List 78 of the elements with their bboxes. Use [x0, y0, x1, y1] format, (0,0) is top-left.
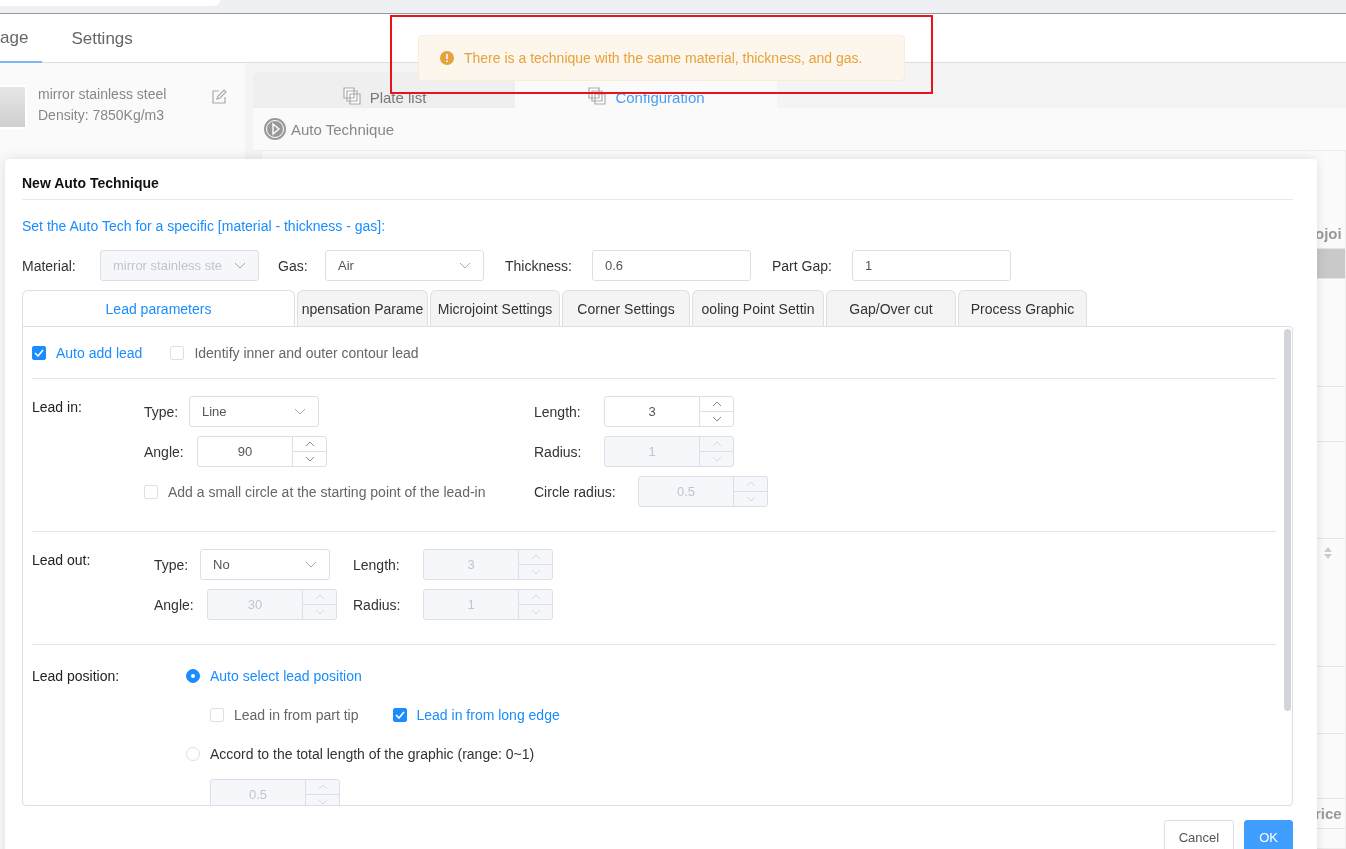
option-tab[interactable]: ooling Point Settin [692, 290, 824, 327]
decrease-icon [711, 456, 722, 462]
option-tab[interactable]: Process Graphic [958, 290, 1087, 327]
checkbox[interactable] [32, 345, 46, 360]
field-label: Radius: [534, 443, 583, 460]
field-label: Material: [22, 257, 77, 274]
checkbox-label: Lead in from part tip [234, 707, 359, 723]
section-label: Lead in: [32, 398, 83, 417]
play-icon [263, 117, 287, 141]
decrease-icon [530, 569, 541, 575]
increase-icon [317, 784, 328, 790]
check-icon [34, 348, 44, 357]
field-label: Angle: [144, 443, 185, 460]
dropdown-caret-icon [294, 408, 306, 415]
field-label: Angle: [154, 596, 195, 613]
section-label: Lead out: [32, 551, 92, 570]
input-field[interactable]: 0.6 [592, 250, 751, 281]
field-label: Type: [144, 403, 180, 420]
decrease-icon [314, 609, 325, 615]
field-label: Gas: [278, 257, 309, 274]
cancel-button[interactable]: Cancel [1163, 820, 1235, 849]
decrease-icon [711, 416, 722, 422]
sort-icon[interactable] [1323, 545, 1333, 560]
dropdown-caret-icon [234, 262, 246, 269]
checkbox-label: Identify inner and outer contour lead [194, 344, 419, 361]
increase-icon [314, 594, 325, 600]
number-spinner[interactable]: 90 [197, 436, 327, 467]
dialog-subtitle: Set the Auto Tech for a specific [material - thickness - gas]: [22, 218, 387, 234]
option-tab[interactable]: Gap/Over cut [826, 290, 956, 327]
spinner-value: 90 [236, 443, 254, 461]
nav-tab[interactable]: Settings [57, 14, 147, 63]
checkbox-label: Add a small circle at the starting point of the lead-in [168, 483, 486, 500]
stacked-pages-icon [587, 86, 608, 106]
increase-icon [530, 554, 541, 560]
spinner-value: 3 [647, 403, 657, 421]
decrease-icon [304, 456, 315, 462]
section-title: Auto Technique [291, 120, 395, 138]
increase-icon [304, 441, 315, 447]
toast-message: There is a technique with the same material, thickness, and gas. [464, 50, 863, 66]
increase-icon [745, 481, 756, 487]
select-field[interactable]: Air [325, 250, 484, 281]
material-density: Density: 7850Kg/m3 [38, 106, 166, 125]
radio-label: Auto select lead position [210, 668, 362, 684]
number-spinner[interactable]: 3 [604, 396, 734, 427]
decrease-icon [745, 496, 756, 502]
dropdown-caret-icon [305, 561, 317, 568]
field-label: Part Gap: [772, 257, 833, 274]
warning-icon [440, 51, 454, 65]
select-field[interactable]: No [200, 549, 330, 580]
radio-label: Accord to the total length of the graphic (range: 0~1) [210, 746, 535, 762]
decrease-icon [530, 609, 541, 615]
option-tab[interactable]: Corner Settings [562, 290, 690, 327]
field-label: Type: [154, 556, 190, 573]
field-label: Circle radius: [534, 483, 617, 500]
check-icon [394, 711, 405, 719]
edit-icon[interactable] [211, 89, 227, 105]
checkbox[interactable] [392, 708, 407, 722]
dropdown-caret-icon [459, 262, 471, 269]
checkbox-label: Lead in from long edge [416, 707, 560, 723]
increase-icon [530, 594, 541, 600]
field-label: Thickness: [505, 257, 573, 274]
field-label: Length: [353, 556, 401, 573]
dialog-title: New Auto Technique [22, 159, 1293, 200]
material-name: mirror stainless steel [38, 85, 168, 104]
option-tab[interactable]: Microjoint Settings [430, 290, 560, 327]
option-tab[interactable]: npensation Parame [297, 290, 428, 327]
radio-button[interactable] [186, 669, 200, 683]
scrollbar[interactable] [1284, 329, 1291, 711]
checkbox-label: Auto add lead [56, 344, 143, 361]
section-label: Lead position: [32, 668, 121, 686]
select-field[interactable]: Line [189, 396, 319, 427]
column-header: ojoi [1315, 225, 1342, 242]
increase-icon [711, 441, 722, 447]
increase-icon [711, 401, 722, 407]
input-field[interactable]: 1 [852, 250, 1011, 281]
stacked-pages-icon [341, 86, 362, 106]
field-label: Length: [534, 403, 582, 420]
field-label: Radius: [353, 596, 402, 613]
